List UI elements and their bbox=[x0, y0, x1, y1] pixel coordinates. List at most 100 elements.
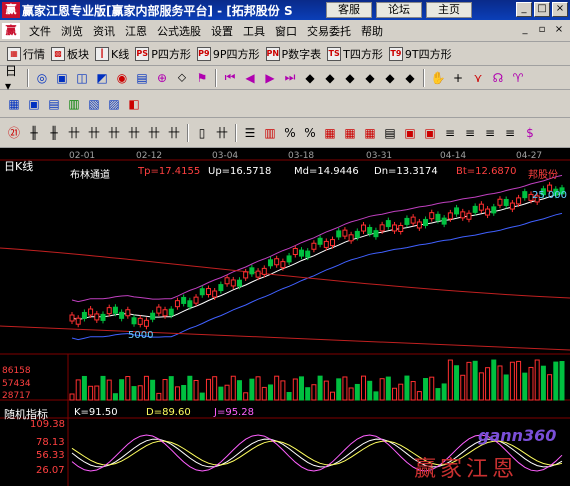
menu-settings[interactable]: 设置 bbox=[206, 23, 238, 39]
list-icon[interactable]: ☰ bbox=[241, 124, 259, 142]
menu-trade[interactable]: 交易委托 bbox=[302, 23, 356, 39]
arc-icon[interactable]: ☊ bbox=[489, 69, 507, 87]
separator bbox=[215, 68, 217, 87]
import-icon[interactable]: ▨ bbox=[105, 95, 123, 113]
cursor-icon[interactable]: ⬦ bbox=[173, 69, 191, 87]
square-icon[interactable]: ▤ bbox=[133, 69, 151, 87]
last-icon[interactable]: ⏭ bbox=[281, 69, 299, 87]
split-icon[interactable]: 卄 bbox=[213, 124, 231, 142]
volume-bar bbox=[286, 391, 292, 401]
menu-window[interactable]: 窗口 bbox=[270, 23, 302, 39]
homepage-button[interactable]: 主页 bbox=[426, 2, 472, 18]
day-21-icon[interactable]: ㉑ bbox=[5, 124, 23, 142]
volume-bar bbox=[212, 376, 218, 401]
period-dropdown[interactable]: 日▾ bbox=[5, 64, 23, 93]
t-square-button[interactable]: TS T四方形 bbox=[324, 44, 386, 64]
calendar-icon[interactable]: ▦ bbox=[5, 95, 23, 113]
table-icon[interactable]: ▤ bbox=[45, 95, 63, 113]
cycle-icon[interactable]: ⊕ bbox=[153, 69, 171, 87]
gann-grid-icon[interactable]: ◫ bbox=[73, 69, 91, 87]
prev-icon[interactable]: ◀ bbox=[241, 69, 259, 87]
bar-chart3-icon[interactable]: 卄 bbox=[105, 124, 123, 142]
diamond5-icon[interactable]: ◆ bbox=[381, 69, 399, 87]
close-icon[interactable]: × bbox=[552, 2, 568, 17]
kline-button[interactable]: ┃ K线 bbox=[92, 44, 132, 64]
child-close-icon[interactable]: × bbox=[552, 23, 566, 37]
candle-body bbox=[69, 314, 75, 322]
child-minimize-icon[interactable]: _ bbox=[518, 23, 532, 37]
volume-bar bbox=[410, 381, 416, 401]
diamond2-icon[interactable]: ◆ bbox=[321, 69, 339, 87]
circle-icon[interactable]: ◉ bbox=[113, 69, 131, 87]
tp-line bbox=[0, 247, 570, 299]
menu-tools[interactable]: 工具 bbox=[238, 23, 270, 39]
diamond3-icon[interactable]: ◆ bbox=[341, 69, 359, 87]
child-restore-icon[interactable]: ▫ bbox=[535, 23, 549, 37]
percent2-icon[interactable]: % bbox=[301, 124, 319, 142]
menu-file[interactable]: 文件 bbox=[24, 23, 56, 39]
panel-icon[interactable]: ▯ bbox=[193, 124, 211, 142]
angle-icon[interactable]: ◩ bbox=[93, 69, 111, 87]
first-icon[interactable]: ⏮ bbox=[221, 69, 239, 87]
restore-icon[interactable]: □ bbox=[534, 2, 550, 17]
bar-chart4-icon[interactable]: 卄 bbox=[125, 124, 143, 142]
9t-square-button[interactable]: T9 9T四方形 bbox=[386, 44, 455, 64]
one-chart-icon[interactable]: ╫ bbox=[25, 124, 43, 142]
9p-square-button[interactable]: P9 9P四方形 bbox=[194, 44, 263, 64]
bars-icon[interactable]: ▦ bbox=[321, 124, 339, 142]
diamond4-icon[interactable]: ◆ bbox=[361, 69, 379, 87]
print-icon[interactable]: ▥ bbox=[65, 95, 83, 113]
layout-icon[interactable]: ▤ bbox=[381, 124, 399, 142]
gann-fan-icon[interactable]: ◎ bbox=[33, 69, 51, 87]
menu-gann[interactable]: 江恩 bbox=[120, 23, 152, 39]
flag-icon[interactable]: ⚑ bbox=[193, 69, 211, 87]
layout3-icon[interactable]: ▣ bbox=[421, 124, 439, 142]
volume-bar bbox=[441, 383, 447, 401]
p-square-button[interactable]: PS P四方形 bbox=[132, 44, 194, 64]
p-number-table-button[interactable]: PN P数字表 bbox=[263, 44, 325, 64]
two-chart-icon[interactable]: ╫ bbox=[45, 124, 63, 142]
bars2-icon[interactable]: ▦ bbox=[341, 124, 359, 142]
crosshair-icon[interactable]: + bbox=[449, 69, 467, 87]
bar-chart2-icon[interactable]: 卄 bbox=[85, 124, 103, 142]
dollar-icon[interactable]: $ bbox=[521, 124, 539, 142]
save-icon[interactable]: ▣ bbox=[25, 95, 43, 113]
bar-chart5-icon[interactable]: 卄 bbox=[145, 124, 163, 142]
bar-chart6-icon[interactable]: 卄 bbox=[165, 124, 183, 142]
diamond6-icon[interactable]: ◆ bbox=[401, 69, 419, 87]
minimize-icon[interactable]: _ bbox=[516, 2, 532, 17]
layout4-icon[interactable]: ≡ bbox=[441, 124, 459, 142]
bar-chart-icon[interactable]: 卄 bbox=[65, 124, 83, 142]
customer-service-button[interactable]: 客服 bbox=[326, 2, 372, 18]
menu-formula-select[interactable]: 公式选股 bbox=[152, 23, 206, 39]
zigzag-icon[interactable]: ⋎ bbox=[469, 69, 487, 87]
chart-icon[interactable]: ◧ bbox=[125, 95, 143, 113]
window-controls: _ □ × bbox=[516, 2, 568, 17]
stats-icon[interactable]: ▥ bbox=[261, 124, 279, 142]
diamond-icon[interactable]: ◆ bbox=[301, 69, 319, 87]
candle-body bbox=[181, 296, 187, 304]
gann-box-icon[interactable]: ▣ bbox=[53, 69, 71, 87]
layout7-icon[interactable]: ≡ bbox=[501, 124, 519, 142]
forum-button[interactable]: 论坛 bbox=[376, 2, 422, 18]
export-icon[interactable]: ▧ bbox=[85, 95, 103, 113]
layout6-icon[interactable]: ≡ bbox=[481, 124, 499, 142]
chart-area[interactable]: 日K线 02-01 02-12 03-04 03-18 03-31 04-14 … bbox=[0, 148, 570, 486]
volume-bar bbox=[485, 367, 491, 401]
sectors-button[interactable]: ▩ 板块 bbox=[48, 44, 92, 64]
menu-browse[interactable]: 浏览 bbox=[56, 23, 88, 39]
toolbar-drawing: 日▾ ◎ ▣ ◫ ◩ ◉ ▤ ⊕ ⬦ ⚑ ⏮ ◀ ▶ ⏭ ◆ ◆ ◆ ◆ ◆ ◆… bbox=[0, 64, 570, 93]
layout5-icon[interactable]: ≡ bbox=[461, 124, 479, 142]
percent-icon[interactable]: % bbox=[281, 124, 299, 142]
menu-info[interactable]: 资讯 bbox=[88, 23, 120, 39]
bt-value: Bt=12.6870 bbox=[456, 166, 517, 177]
arc2-icon[interactable]: ♈ bbox=[509, 69, 527, 87]
quotes-button[interactable]: ▦ 行情 bbox=[4, 44, 48, 64]
volume-bar bbox=[199, 392, 205, 401]
next-icon[interactable]: ▶ bbox=[261, 69, 279, 87]
bars3-icon[interactable]: ▦ bbox=[361, 124, 379, 142]
menu-help[interactable]: 帮助 bbox=[356, 23, 388, 39]
hand-icon[interactable]: ✋ bbox=[429, 69, 447, 87]
layout2-icon[interactable]: ▣ bbox=[401, 124, 419, 142]
volume-bar bbox=[274, 375, 280, 401]
